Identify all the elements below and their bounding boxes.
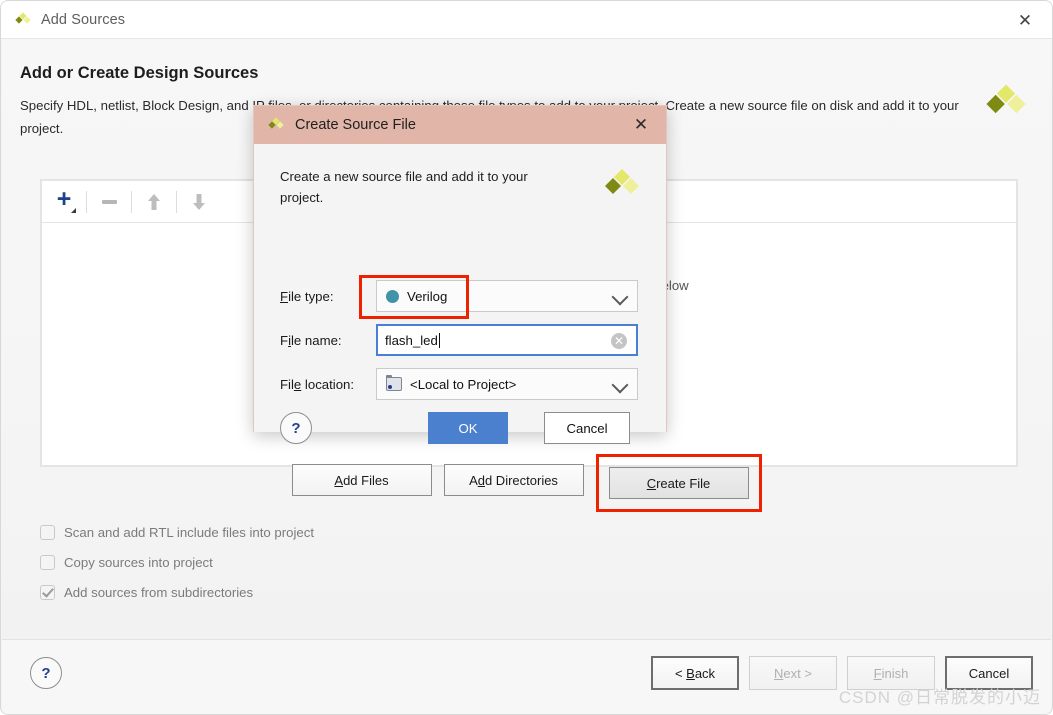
create-file-button[interactable]: Create File [608,467,749,499]
move-down-button[interactable] [177,185,221,219]
dialog-titlebar: Create Source File ✕ [254,106,666,144]
dialog-body: Create a new source file and add it to y… [254,144,666,444]
checkbox-box[interactable] [40,524,55,540]
checkbox-copy-sources[interactable]: Copy sources into project [40,547,314,577]
add-directories-label-rest: d Directories [484,472,558,488]
file-type-label: File type: [280,288,334,304]
wizard-footer: ? < Back Next > Finish Cancel CSDN @日常脱发… [2,639,1051,714]
arrow-up-icon [148,193,160,210]
cancel-button[interactable]: Cancel [945,656,1033,690]
xilinx-logo-icon [13,10,33,30]
page-title: Add or Create Design Sources [20,64,259,82]
xilinx-logo-icon [602,166,642,206]
dialog-title: Create Source File [295,117,416,133]
file-name-row: File name: flash_led ✕ [280,324,642,356]
minus-icon [101,199,117,204]
close-icon[interactable]: ✕ [1012,9,1038,31]
finish-button: Finish [847,656,935,690]
checkbox-label: Copy sources into project [64,554,213,570]
file-name-value: flash_led [385,332,438,348]
add-files-button[interactable]: Add Files [291,464,432,496]
add-sources-window: Add Sources ✕ Add or Create Design Sourc… [0,0,1053,715]
remove-source-button[interactable] [87,185,131,219]
clear-icon[interactable]: ✕ [611,333,627,349]
folder-icon [386,375,402,391]
help-button[interactable]: ? [30,657,62,689]
checkbox-box[interactable] [40,554,55,570]
move-up-button[interactable] [132,185,176,219]
file-location-label: File location: [280,376,355,392]
close-icon[interactable]: ✕ [630,115,652,135]
xilinx-logo-icon [983,81,1029,127]
options-checkbox-group: Scan and add RTL include files into proj… [40,517,314,607]
create-file-highlight: Create File [595,454,762,512]
add-source-button[interactable]: + [42,185,86,219]
window-titlebar: Add Sources ✕ [1,1,1052,39]
xilinx-logo-icon [266,115,286,135]
dialog-cancel-button[interactable]: Cancel [544,412,630,444]
arrow-down-icon [193,193,205,210]
verilog-dot-icon [386,289,399,303]
file-type-value: Verilog [407,288,448,304]
add-files-label-rest: dd Files [343,472,389,488]
ok-button[interactable]: OK [428,412,508,444]
dialog-description: Create a new source file and add it to y… [280,169,528,206]
checkbox-box[interactable] [40,584,55,600]
next-button: Next > [749,656,837,690]
file-type-select[interactable]: Verilog [376,280,638,312]
dialog-help-button[interactable]: ? [280,412,312,444]
file-location-value: <Local to Project> [410,376,517,392]
window-title: Add Sources [41,11,126,28]
create-file-label-rest: reate File [656,475,711,491]
file-name-input[interactable]: flash_led ✕ [376,324,638,356]
source-action-buttons: Add Files Add Directories Create File [2,454,1051,512]
add-directories-button[interactable]: Add Directories [443,464,584,496]
file-location-row: File location: <Local to Project> [280,368,642,400]
plus-icon: + [56,185,76,213]
wizard-nav-buttons: < Back Next > Finish Cancel [651,656,1033,690]
file-location-select[interactable]: <Local to Project> [376,368,638,400]
chevron-down-icon [611,376,629,394]
back-button[interactable]: < Back [651,656,739,690]
checkbox-add-from-subdirectories[interactable]: Add sources from subdirectories [40,577,314,607]
file-name-label: File name: [280,332,342,348]
checkbox-label: Add sources from subdirectories [64,584,254,600]
chevron-down-icon [611,288,629,306]
checkbox-scan-rtl-include[interactable]: Scan and add RTL include files into proj… [40,517,314,547]
checkbox-label: Scan and add RTL include files into proj… [64,524,314,540]
create-source-file-dialog: Create Source File ✕ Create a new source… [253,105,667,444]
file-type-row: File type: Verilog [280,280,642,312]
text-caret [438,332,440,348]
